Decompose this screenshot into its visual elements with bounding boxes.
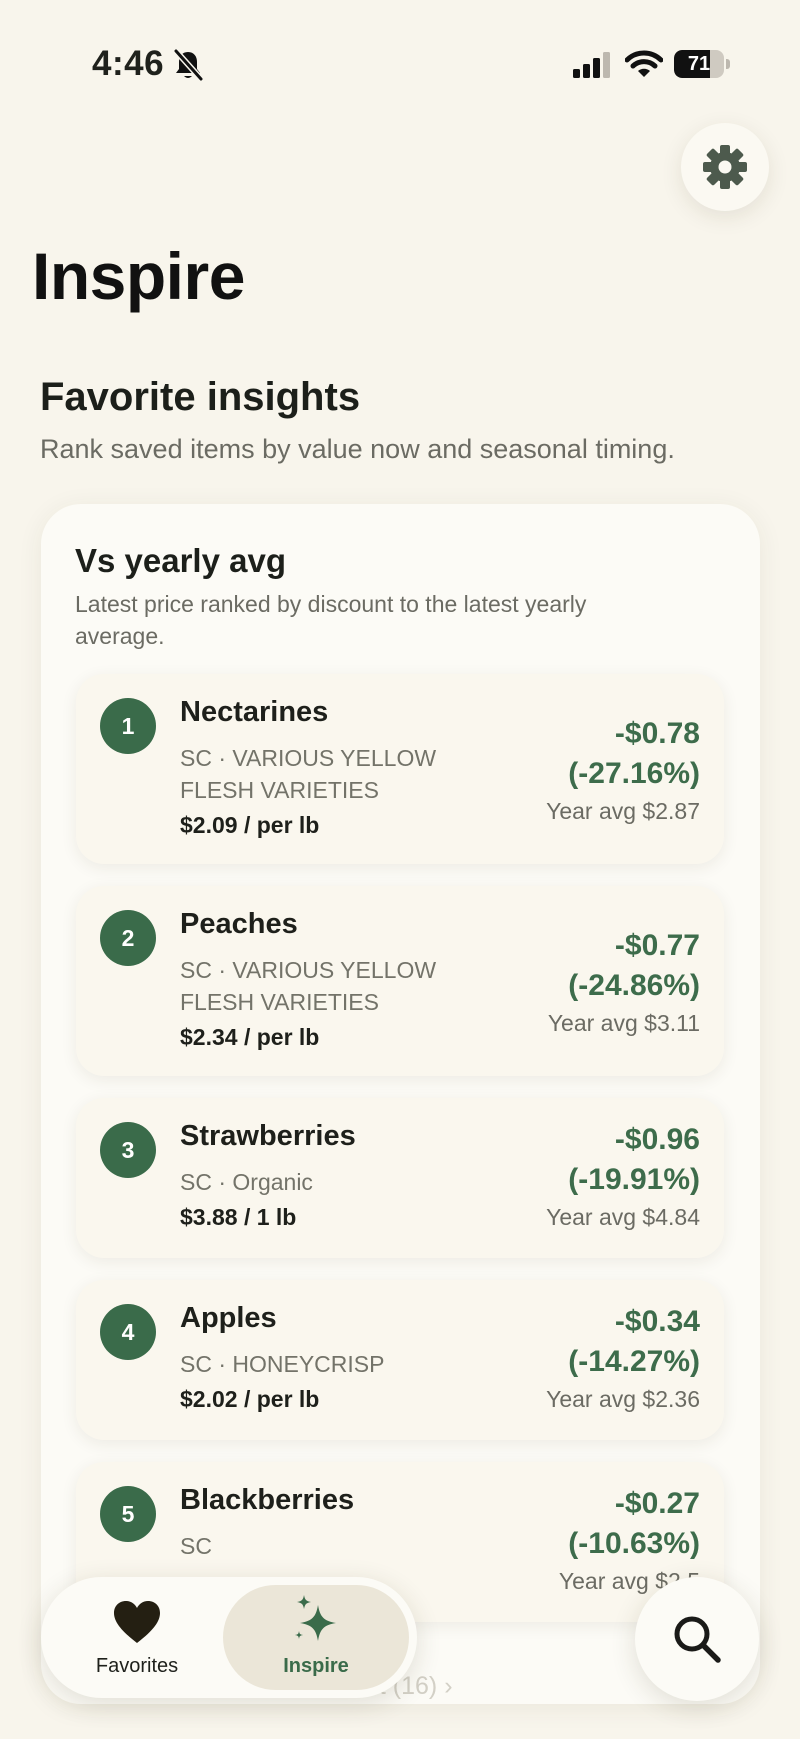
item-diff: -$0.27 (-10.63%) — [568, 1484, 700, 1564]
diff-percent: (-14.27%) — [568, 1345, 700, 1378]
item-price: $2.02 / per lb — [180, 1386, 320, 1412]
chevron-right-icon: › — [444, 1672, 453, 1700]
cellular-signal-icon — [573, 52, 610, 78]
item-price: $3.88 / 1 lb — [180, 1204, 297, 1230]
sparkles-icon — [295, 1595, 336, 1641]
page-title: Inspire — [32, 239, 245, 313]
item-name: Blackberries — [180, 1484, 355, 1516]
gear-icon — [703, 145, 747, 189]
item-diff: -$0.77 (-24.86%) — [568, 926, 700, 1006]
item-diff: -$0.96 (-19.91%) — [568, 1120, 700, 1200]
item-name: Apples — [180, 1302, 277, 1334]
section-subtitle: Rank saved items by value now and season… — [40, 434, 675, 464]
bell-muted-icon — [173, 48, 204, 82]
year-avg: Year avg $2.87 — [546, 798, 700, 824]
tab-bar: Favorites Inspire — [41, 1577, 417, 1698]
diff-amount: -$0.96 — [614, 1123, 700, 1156]
year-avg: Year avg $2.36 — [546, 1386, 700, 1412]
wifi-icon — [625, 50, 663, 77]
item-price: $2.34 / per lb — [180, 1024, 320, 1050]
item-name: Nectarines — [180, 696, 329, 728]
list-item[interactable]: 1 Nectarines SC · VARIOUS YELLOW FLESH V… — [76, 674, 724, 864]
item-price: $2.09 / per lb — [180, 812, 320, 838]
item-meta: SC — [180, 1533, 212, 1559]
battery-icon: 71 — [674, 50, 730, 78]
rank-badge: 2 — [100, 910, 156, 966]
settings-button[interactable] — [681, 123, 769, 211]
year-avg: Year avg $3.11 — [547, 1010, 700, 1036]
item-meta: SC · VARIOUS YELLOW FLESH VARIETIES — [180, 957, 437, 1015]
status-bar: 4:46 71 — [0, 0, 800, 130]
diff-percent: (-19.91%) — [568, 1163, 700, 1196]
rank-badge: 4 — [100, 1304, 156, 1360]
item-diff: -$0.34 (-14.27%) — [568, 1302, 700, 1382]
rank-badge: 1 — [100, 698, 156, 754]
list-item[interactable]: 3 Strawberries SC · Organic $3.88 / 1 lb… — [76, 1098, 724, 1258]
diff-amount: -$0.78 — [614, 717, 700, 750]
tab-label: Inspire — [283, 1655, 349, 1677]
battery-level: 71 — [687, 53, 711, 75]
status-time: 4:46 — [92, 44, 165, 83]
diff-percent: (-27.16%) — [568, 757, 700, 790]
rank-badge: 3 — [100, 1122, 156, 1178]
rank-badge: 5 — [100, 1486, 156, 1542]
list-item[interactable]: 4 Apples SC · HONEYCRISP $2.02 / per lb … — [76, 1280, 724, 1440]
diff-amount: -$0.77 — [614, 929, 700, 962]
search-icon — [674, 1616, 721, 1663]
item-meta: SC · Organic — [180, 1169, 313, 1195]
section-title: Favorite insights — [40, 375, 361, 419]
diff-amount: -$0.34 — [614, 1305, 700, 1338]
item-diff: -$0.78 (-27.16%) — [568, 714, 700, 794]
diff-amount: -$0.27 — [614, 1487, 700, 1520]
diff-percent: (-24.86%) — [568, 969, 700, 1002]
diff-percent: (-10.63%) — [568, 1527, 700, 1560]
list-item[interactable]: 2 Peaches SC · VARIOUS YELLOW FLESH VARI… — [76, 886, 724, 1076]
item-meta: SC · HONEYCRISP — [180, 1351, 385, 1377]
item-name: Strawberries — [180, 1120, 356, 1152]
heart-icon — [114, 1601, 160, 1643]
search-button[interactable] — [635, 1577, 759, 1701]
tab-inspire[interactable]: Inspire — [223, 1585, 409, 1690]
item-meta: SC · VARIOUS YELLOW FLESH VARIETIES — [180, 745, 437, 803]
card-description: Latest price ranked by discount to the l… — [75, 591, 587, 649]
item-name: Peaches — [180, 908, 298, 940]
insights-card: Vs yearly avg Latest price ranked by dis… — [41, 504, 760, 1704]
year-avg: Year avg $4.84 — [546, 1204, 700, 1230]
card-title: Vs yearly avg — [75, 542, 286, 579]
tab-label: Favorites — [95, 1655, 179, 1677]
tab-favorites[interactable]: Favorites — [49, 1585, 225, 1690]
